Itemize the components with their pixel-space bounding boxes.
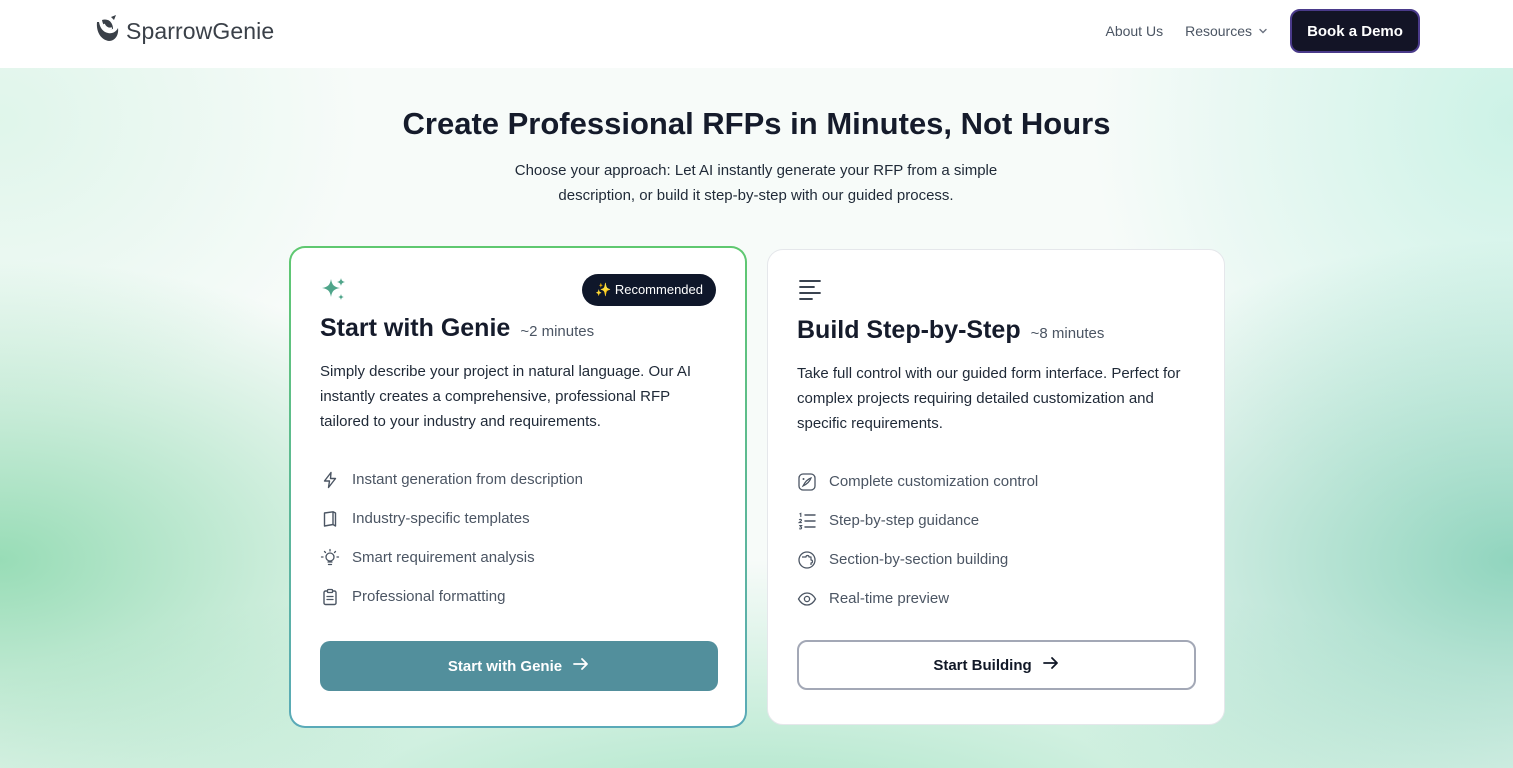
- card-time-estimate: ~2 minutes: [520, 323, 595, 340]
- button-label: Start Building: [933, 656, 1032, 674]
- card-title: Build Step-by-Step: [797, 316, 1021, 344]
- feature-label: Section-by-section building: [829, 551, 1009, 568]
- card-description: Simply describe your project in natural …: [320, 363, 692, 430]
- nav-about-us[interactable]: About Us: [1105, 23, 1163, 39]
- feature-list: Instant generation from description Indu…: [320, 460, 583, 616]
- site-header: SparrowGenie About Us Resources Book a D…: [0, 0, 1513, 68]
- feature-item: Section-by-section building: [797, 540, 1038, 579]
- feature-label: Professional formatting: [352, 588, 506, 605]
- top-nav: About Us Resources Book a Demo: [1105, 9, 1420, 53]
- feature-list: Complete customization control Step-by-s…: [797, 462, 1038, 618]
- recommended-badge: ✨ Recommended: [582, 274, 716, 306]
- lightning-icon: [320, 470, 340, 490]
- feature-label: Real-time preview: [829, 590, 950, 607]
- eye-icon: [797, 589, 817, 609]
- genie-option-card[interactable]: ✨ Recommended Start with Genie ~2 minute…: [289, 246, 747, 728]
- feature-item: Step-by-step guidance: [797, 501, 1038, 540]
- palette-icon: [797, 472, 817, 492]
- card-time-estimate: ~8 minutes: [1030, 325, 1105, 342]
- sparrow-logo-icon: [93, 14, 120, 49]
- book-icon: [320, 509, 340, 529]
- feature-item: Real-time preview: [797, 579, 1038, 618]
- arrow-right-icon: [572, 657, 590, 675]
- lightbulb-icon: [320, 548, 340, 568]
- nav-resources-label: Resources: [1185, 23, 1252, 39]
- page-title: Create Professional RFPs in Minutes, Not…: [402, 106, 1111, 141]
- nav-resources[interactable]: Resources: [1185, 23, 1268, 39]
- clipboard-icon: [320, 587, 340, 607]
- align-left-icon: [797, 278, 823, 307]
- feature-item: Professional formatting: [320, 577, 583, 616]
- start-building-button[interactable]: Start Building: [797, 640, 1196, 690]
- feature-label: Instant generation from description: [352, 471, 583, 488]
- sparkles-icon: [320, 276, 348, 309]
- chevron-down-icon: [1258, 23, 1268, 39]
- arrow-right-icon: [1042, 656, 1060, 674]
- page-subtitle: Choose your approach: Let AI instantly g…: [514, 162, 998, 204]
- feature-label: Industry-specific templates: [352, 510, 530, 527]
- feature-label: Step-by-step guidance: [829, 512, 980, 529]
- card-title-row: Start with Genie ~2 minutes: [320, 314, 594, 343]
- puzzle-icon: [797, 550, 817, 570]
- feature-item: Instant generation from description: [320, 460, 583, 499]
- start-with-genie-button[interactable]: Start with Genie: [320, 641, 718, 691]
- feature-label: Complete customization control: [829, 473, 1039, 490]
- feature-item: Smart requirement analysis: [320, 538, 583, 577]
- feature-item: Complete customization control: [797, 462, 1038, 501]
- card-title: Start with Genie: [320, 314, 511, 342]
- step-by-step-option-card[interactable]: Build Step-by-Step ~8 minutes Take full …: [767, 249, 1225, 725]
- numbered-list-icon: [797, 511, 817, 531]
- card-title-row: Build Step-by-Step ~8 minutes: [797, 316, 1104, 345]
- feature-label: Smart requirement analysis: [352, 549, 535, 566]
- feature-item: Industry-specific templates: [320, 499, 583, 538]
- brand-name: SparrowGenie: [126, 18, 275, 44]
- card-description: Take full control with our guided form i…: [797, 365, 1181, 432]
- book-demo-button[interactable]: Book a Demo: [1290, 9, 1420, 53]
- brand-logo[interactable]: SparrowGenie: [93, 14, 274, 49]
- button-label: Start with Genie: [447, 657, 563, 675]
